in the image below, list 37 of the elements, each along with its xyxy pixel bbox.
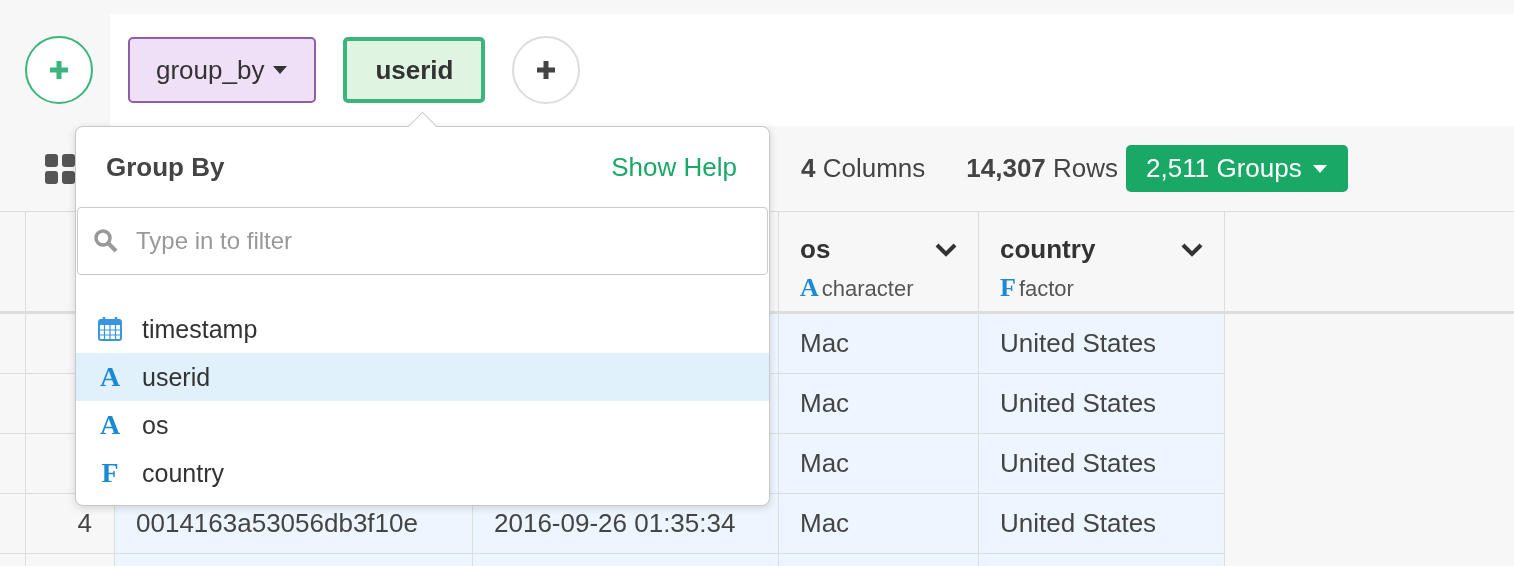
popover-title: Group By	[106, 151, 225, 183]
plus-icon	[47, 58, 71, 82]
factor-type-icon: F	[101, 457, 119, 489]
table-cell: Mac	[779, 434, 979, 493]
table-cell: Mac	[779, 374, 979, 433]
column-name: country	[1000, 234, 1096, 265]
column-header[interactable]: os Acharacter	[779, 212, 979, 311]
caret-icon	[272, 65, 289, 75]
caret-icon	[1311, 163, 1328, 174]
table-cell: United States	[979, 494, 1225, 553]
pipeline-step-tab[interactable]: userid	[343, 37, 486, 103]
column-option[interactable]: A os	[76, 401, 769, 449]
grid-view-icon[interactable]	[45, 153, 75, 184]
column-type: factor	[1018, 276, 1074, 302]
pipeline-step-tab[interactable]: group_by	[128, 37, 317, 103]
type-icon: A	[800, 273, 819, 303]
calendar-icon	[97, 316, 123, 342]
column-type: character	[821, 276, 914, 302]
chevron-down-icon[interactable]	[1180, 241, 1204, 258]
column-header[interactable]: country Ffactor	[979, 212, 1225, 311]
row-count: 14,307 Rows	[966, 153, 1119, 184]
column-option[interactable]: A userid	[76, 353, 769, 401]
column-name: os	[800, 234, 831, 265]
type-icon: F	[1000, 273, 1016, 303]
table-cell: Mac	[779, 314, 979, 373]
character-type-icon: A	[99, 409, 121, 441]
table-cell: United States	[979, 434, 1225, 493]
column-option[interactable]: F country	[76, 449, 769, 497]
column-option[interactable]: timestamp	[76, 305, 769, 353]
row-number: 4	[77, 508, 92, 539]
table-cell: United States	[979, 374, 1225, 433]
character-type-icon: A	[99, 361, 121, 393]
table-cell: United States	[979, 314, 1225, 373]
filter-field[interactable]: Type in to filter	[77, 207, 768, 275]
column-count: 4 Columns	[801, 153, 926, 184]
chevron-down-icon[interactable]	[934, 241, 958, 258]
table-cell: Mac	[779, 494, 979, 553]
